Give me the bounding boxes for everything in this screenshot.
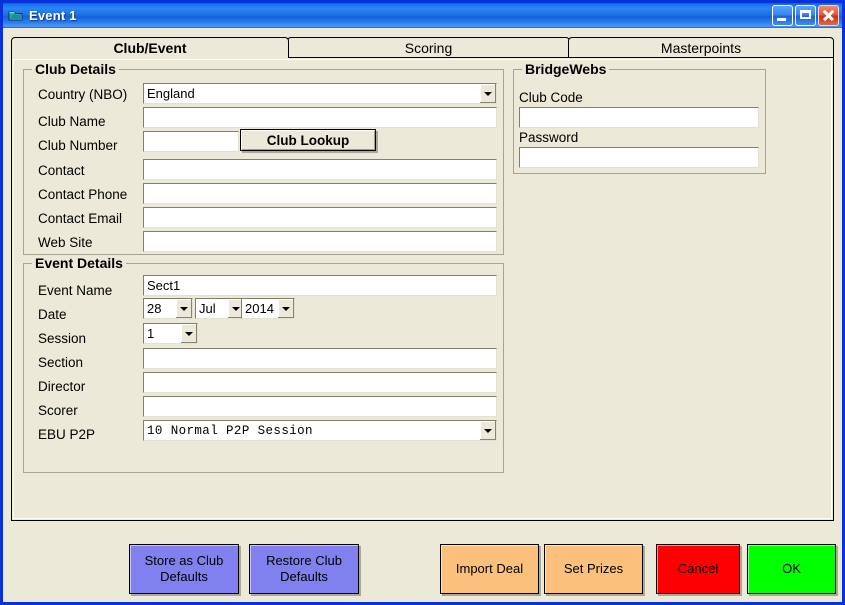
club-code-input[interactable] [519, 107, 759, 128]
import-deal-label: Import Deal [455, 560, 524, 576]
cancel-label: Cancel [677, 560, 719, 576]
country-dropdown-value: England [147, 86, 195, 101]
label-web-site: Web Site [38, 235, 93, 250]
minimize-button[interactable] [772, 5, 793, 26]
label-club-number: Club Number [38, 138, 118, 153]
date-month-dropdown[interactable]: Jul [195, 298, 245, 319]
restore-club-defaults-line1: Restore Club [266, 552, 342, 568]
date-month-value: Jul [199, 301, 216, 316]
label-club-name: Club Name [38, 114, 106, 129]
store-as-club-defaults-line1: Store as Club [144, 552, 224, 568]
ok-label: OK [782, 560, 801, 576]
club-lookup-button-label: Club Lookup [266, 132, 350, 148]
session-value: 1 [147, 326, 155, 341]
tab-club-event-label: Club/Event [113, 40, 187, 56]
section-input[interactable] [143, 348, 497, 369]
ebu-p2p-value: 10 Normal P2P Session [147, 423, 313, 438]
restore-club-defaults-button[interactable]: Restore Club Defaults [249, 544, 359, 594]
close-button[interactable] [818, 5, 839, 26]
event-dialog-window: Event 1 Club/Event Scoring Masterpoints … [0, 0, 845, 605]
label-contact-phone: Contact Phone [38, 187, 128, 202]
set-prizes-label: Set Prizes [563, 560, 624, 576]
label-club-code: Club Code [519, 90, 583, 105]
tab-masterpoints-label: Masterpoints [660, 40, 742, 56]
tab-strip: Club/Event Scoring Masterpoints [11, 37, 834, 58]
contact-phone-input[interactable] [143, 183, 497, 204]
window-controls [772, 5, 839, 26]
app-folder-icon [8, 8, 24, 24]
label-session: Session [38, 331, 87, 346]
date-year-value: 2014 [245, 301, 274, 316]
event-name-input[interactable]: Sect1 [143, 275, 497, 296]
session-dropdown[interactable]: 1 [143, 323, 198, 344]
set-prizes-button[interactable]: Set Prizes [544, 544, 643, 594]
restore-club-defaults-line2: Defaults [280, 569, 328, 584]
date-year-dropdown[interactable]: 2014 [241, 298, 295, 319]
contact-email-input[interactable] [143, 207, 497, 228]
ebu-p2p-dropdown[interactable]: 10 Normal P2P Session [143, 420, 497, 441]
import-deal-button[interactable]: Import Deal [440, 544, 539, 594]
date-day-dropdown[interactable]: 28 [143, 298, 193, 319]
tab-scoring-label: Scoring [404, 40, 453, 56]
title-bar: Event 1 [3, 3, 842, 28]
club-name-input[interactable] [143, 107, 497, 128]
label-scorer: Scorer [38, 403, 78, 418]
label-date: Date [38, 307, 67, 322]
group-event-details-legend: Event Details [32, 255, 126, 271]
chevron-down-icon[interactable] [180, 324, 197, 343]
store-as-club-defaults-button[interactable]: Store as Club Defaults [129, 544, 239, 594]
label-ebu-p2p: EBU P2P [38, 427, 96, 442]
label-director: Director [38, 379, 86, 394]
chevron-down-icon[interactable] [479, 421, 496, 440]
group-club-details-legend: Club Details [32, 61, 119, 77]
chevron-down-icon[interactable] [479, 84, 496, 103]
tab-scoring[interactable]: Scoring [287, 37, 570, 58]
label-event-name: Event Name [38, 283, 113, 298]
club-number-input[interactable] [143, 131, 239, 152]
web-site-input[interactable] [143, 231, 497, 252]
tab-masterpoints[interactable]: Masterpoints [568, 37, 834, 58]
country-dropdown[interactable]: England [143, 83, 497, 104]
group-bridgewebs-legend: BridgeWebs [522, 61, 610, 77]
label-contact: Contact [38, 163, 85, 178]
label-country: Country (NBO) [38, 87, 128, 102]
label-section: Section [38, 355, 84, 370]
chevron-down-icon[interactable] [277, 299, 294, 318]
label-password: Password [519, 130, 579, 145]
password-input[interactable] [519, 147, 759, 168]
cancel-button[interactable]: Cancel [656, 544, 740, 594]
store-as-club-defaults-line2: Defaults [160, 569, 208, 584]
contact-input[interactable] [143, 159, 497, 180]
date-day-value: 28 [147, 301, 162, 316]
window-title: Event 1 [29, 8, 77, 23]
club-lookup-button[interactable]: Club Lookup [240, 129, 376, 151]
tab-club-event[interactable]: Club/Event [11, 37, 289, 58]
maximize-button[interactable] [795, 5, 816, 26]
ok-button[interactable]: OK [747, 544, 836, 594]
label-contact-email: Contact Email [38, 211, 123, 226]
director-input[interactable] [143, 372, 497, 393]
scorer-input[interactable] [143, 396, 497, 417]
chevron-down-icon[interactable] [175, 299, 192, 318]
